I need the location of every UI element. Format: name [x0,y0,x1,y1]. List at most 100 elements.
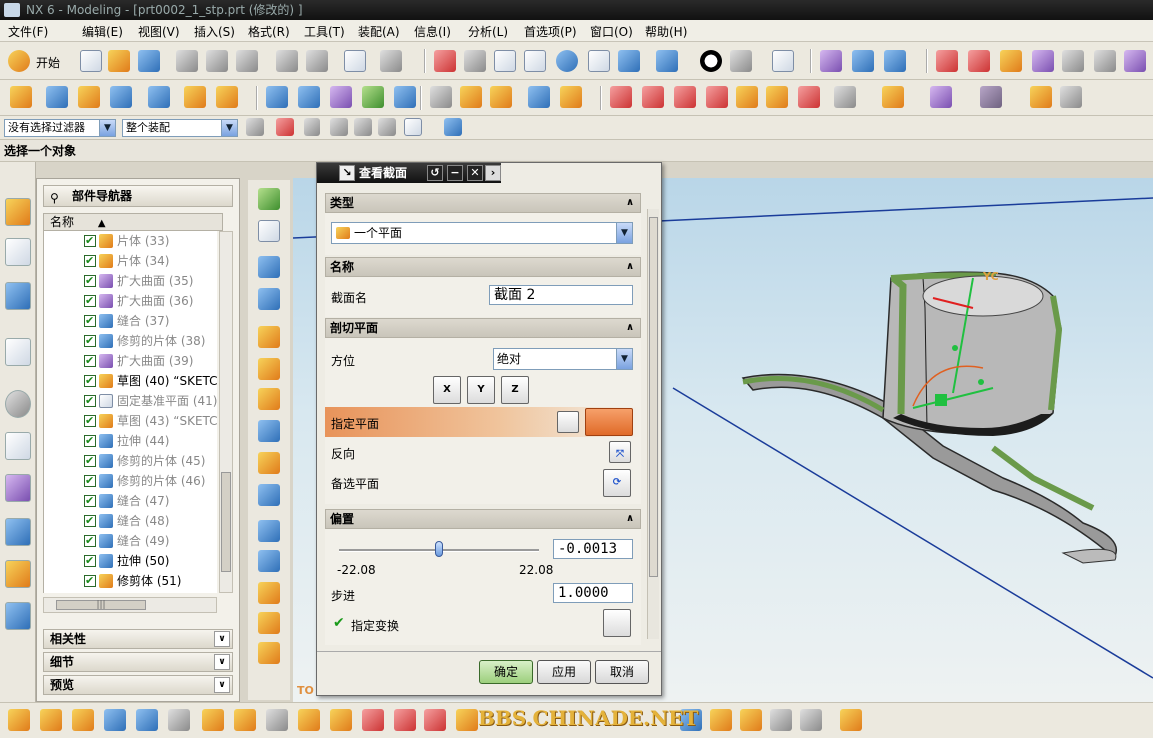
solid-block-icon[interactable] [980,86,1002,108]
gray-block-icon[interactable] [1060,86,1082,108]
intersect-icon[interactable] [674,86,696,108]
menu-tools[interactable]: 工具(T) [304,23,345,40]
tree-row[interactable]: 扩大曲面 (39) [44,351,217,371]
sketch-icon[interactable] [10,86,32,108]
visibility-checkbox[interactable] [84,311,96,331]
menu-window[interactable]: 窗口(O) [590,23,633,40]
blend-icon[interactable] [528,86,550,108]
component-filter-icon[interactable] [840,709,862,731]
zoom-icon[interactable] [494,50,516,72]
block-icon[interactable] [258,256,280,278]
chevron-up-icon[interactable]: ∧ [623,512,637,526]
tree-row[interactable]: 扩大曲面 (35) [44,271,217,291]
tree-row[interactable]: 缝合 (48) [44,511,217,531]
name-section-header[interactable]: 名称 ∧ [325,257,641,277]
link-icon[interactable] [710,709,732,731]
web-browser-icon[interactable] [5,338,31,366]
point-icon[interactable] [258,188,280,210]
new-file-icon[interactable] [80,50,102,72]
pin-icon[interactable]: ⚲ [50,188,59,208]
replace-face-icon[interactable] [882,86,904,108]
redo-icon[interactable] [306,50,328,72]
patch-icon[interactable] [258,612,280,634]
open-folder-icon[interactable] [108,50,130,72]
create-array-icon[interactable] [72,709,94,731]
visualization-icon[interactable] [5,474,31,502]
type-section-header[interactable]: 类型 ∧ [325,193,641,213]
wave-icon[interactable] [740,709,762,731]
offset-value-input[interactable]: -0.0013 [553,539,633,559]
filter-settings-icon[interactable] [246,118,264,136]
system-scenes-icon[interactable] [5,602,31,630]
select-body-icon[interactable] [330,118,348,136]
tree-row[interactable]: 修剪的片体 (38) [44,331,217,351]
sweep-icon[interactable] [110,86,132,108]
plane-y-button[interactable]: Y [467,376,495,404]
wave-linker-icon[interactable] [362,709,384,731]
menu-view[interactable]: 视图(V) [138,23,180,40]
slot-icon[interactable] [258,550,280,572]
details-panel[interactable]: 细节 ∨ [43,652,233,672]
boss-icon[interactable] [216,86,238,108]
rotate-icon[interactable] [556,50,578,72]
synchronous-icon[interactable] [930,86,952,108]
cutting-plane-section-header[interactable]: 剖切平面 ∧ [325,318,641,338]
extrude-icon[interactable] [46,86,68,108]
dialog-title-bar[interactable]: ↘ 查看截面 ↺ − ✕ › [317,163,501,183]
draft-icon[interactable] [736,86,758,108]
select-back-icon[interactable] [304,118,320,136]
orientation-dropdown[interactable]: 绝对 ▼ [493,348,633,370]
clearance-icon[interactable] [394,709,416,731]
bridge-surface-icon[interactable] [394,86,416,108]
mirror-icon[interactable] [798,86,820,108]
visibility-checkbox[interactable] [84,351,96,371]
mate-component-icon[interactable] [136,709,158,731]
structure-icon[interactable] [800,709,822,731]
tree-row[interactable]: 草图 (43) “SKETCH [44,411,217,431]
pattern-icon[interactable] [766,86,788,108]
chevron-right-icon[interactable]: › [485,165,501,181]
visibility-checkbox[interactable] [84,291,96,311]
tree-row[interactable]: 固定基准平面 (41) [44,391,217,411]
select-edge-icon[interactable] [378,118,396,136]
bom-icon[interactable] [456,709,478,731]
minimize-icon[interactable]: − [447,165,463,181]
cycle-plane-icon[interactable]: ⟳ [603,469,631,497]
replace-component-icon[interactable] [104,709,126,731]
rectangle-icon[interactable] [258,220,280,242]
orient-view-icon[interactable] [820,50,842,72]
offset-face-icon[interactable] [490,86,512,108]
plane-selector-icon[interactable] [585,408,633,436]
start-icon[interactable] [8,50,30,72]
visibility-checkbox[interactable] [84,451,96,471]
menu-insert[interactable]: 插入(S) [194,23,235,40]
visibility-checkbox[interactable] [84,511,96,531]
face-icon[interactable] [258,582,280,604]
edit-object-icon[interactable] [1062,50,1084,72]
fit-view-icon[interactable] [434,50,456,72]
scroll-thumb[interactable] [221,472,231,572]
color-box-icon[interactable] [772,50,794,72]
chevron-up-icon[interactable]: ∧ [623,196,637,210]
snap-point-icon[interactable] [276,118,294,136]
visibility-checkbox[interactable] [84,231,96,251]
plane-z-button[interactable]: Z [501,376,529,404]
visibility-checkbox[interactable] [84,251,96,271]
select-face-icon[interactable] [354,118,372,136]
csys-transform-icon[interactable] [603,609,631,637]
groove-icon[interactable] [258,388,280,410]
scroll-thumb[interactable]: ||| [56,600,146,610]
chevron-down-icon[interactable]: ∨ [214,654,230,670]
magnify-icon[interactable] [524,50,546,72]
tree-row[interactable]: 修剪的片体 (46) [44,471,217,491]
new-component-icon[interactable] [40,709,62,731]
visibility-checkbox[interactable] [84,531,96,551]
mesh-surface-icon[interactable] [298,86,320,108]
pocket-icon[interactable] [258,420,280,442]
background-icon[interactable] [700,50,722,72]
tree-row[interactable]: 拉伸 (50) [44,551,217,571]
offset-slider-handle[interactable] [435,541,443,557]
render-style-icon[interactable] [730,50,752,72]
dependencies-panel[interactable]: 相关性 ∨ [43,629,233,649]
visibility-checkbox[interactable] [84,491,96,511]
